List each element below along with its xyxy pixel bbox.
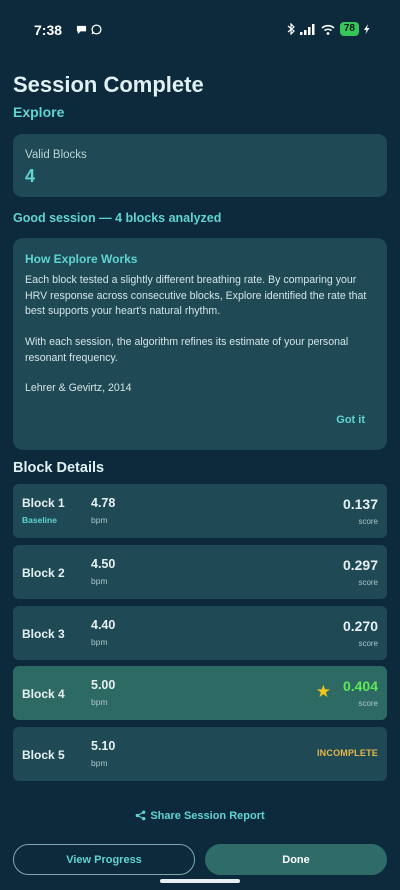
block-name: Block 2 bbox=[22, 566, 65, 580]
block-score: 0.404 bbox=[342, 678, 378, 694]
block-row-1: Block 1 Baseline 4.78 bpm 0.137 score bbox=[13, 484, 387, 538]
session-type-label: Explore bbox=[13, 104, 65, 120]
info-paragraph-1: Each block tested a slightly different b… bbox=[25, 274, 367, 317]
block-row-4: Block 4 5.00 bpm ★ 0.404 score bbox=[13, 666, 387, 720]
block-row-2: Block 2 4.50 bpm 0.297 score bbox=[13, 545, 387, 599]
notification-icons bbox=[76, 24, 102, 35]
block-row-3: Block 3 4.40 bpm 0.270 score bbox=[13, 606, 387, 660]
info-citation: Lehrer & Gevirtz, 2014 bbox=[25, 382, 132, 394]
incomplete-badge: INCOMPLETE bbox=[316, 748, 378, 758]
block-bpm-unit: bpm bbox=[91, 758, 108, 768]
got-it-button[interactable]: Got it bbox=[336, 414, 365, 426]
block-name: Block 4 bbox=[22, 687, 65, 701]
valid-blocks-value: 4 bbox=[25, 166, 36, 186]
bluetooth-icon bbox=[287, 23, 295, 35]
block-name: Block 3 bbox=[22, 627, 65, 641]
block-name: Block 1 bbox=[22, 496, 65, 510]
block-bpm-unit: bpm bbox=[91, 515, 108, 525]
block-row-5: Block 5 5.10 bpm INCOMPLETE bbox=[13, 727, 387, 781]
block-score-unit: score bbox=[358, 699, 378, 708]
chat-icon bbox=[76, 25, 87, 35]
share-icon bbox=[135, 810, 146, 821]
page-title: Session Complete bbox=[13, 72, 204, 97]
whatsapp-icon bbox=[91, 24, 102, 35]
block-bpm-unit: bpm bbox=[91, 576, 108, 586]
block-details-title: Block Details bbox=[13, 460, 105, 476]
info-card-title: How Explore Works bbox=[25, 252, 138, 266]
battery-icon: 78 bbox=[339, 22, 359, 36]
block-bpm: 5.00 bbox=[91, 678, 116, 692]
how-explore-works-card: How Explore Works Each block tested a sl… bbox=[13, 238, 387, 450]
block-score: 0.270 bbox=[342, 618, 378, 634]
valid-blocks-label: Valid Blocks bbox=[25, 149, 87, 161]
home-indicator bbox=[160, 879, 240, 883]
block-bpm: 4.50 bbox=[91, 557, 116, 571]
done-button[interactable]: Done bbox=[205, 844, 387, 875]
session-summary: Good session — 4 blocks analyzed bbox=[13, 211, 222, 225]
share-session-report-link[interactable]: Share Session Report bbox=[0, 810, 400, 822]
valid-blocks-card: Valid Blocks 4 bbox=[13, 134, 387, 197]
status-time: 7:38 bbox=[34, 22, 63, 38]
wifi-icon bbox=[321, 24, 335, 35]
block-bpm-unit: bpm bbox=[91, 637, 108, 647]
block-score-unit: score bbox=[358, 517, 378, 526]
status-bar: 7:38 78 bbox=[0, 0, 400, 56]
block-bpm-unit: bpm bbox=[91, 697, 108, 707]
block-score-unit: score bbox=[358, 578, 378, 587]
block-bpm: 4.40 bbox=[91, 618, 116, 632]
star-icon: ★ bbox=[315, 682, 331, 701]
share-label: Share Session Report bbox=[150, 810, 265, 822]
session-complete-screen: 7:38 78 Session Complete Explore Valid B… bbox=[0, 0, 400, 890]
block-bpm: 5.10 bbox=[91, 739, 116, 753]
signal-icon bbox=[299, 23, 315, 35]
block-score: 0.297 bbox=[342, 557, 378, 573]
charging-icon bbox=[364, 24, 370, 34]
status-right-icons: 78 bbox=[287, 22, 370, 36]
block-name: Block 5 bbox=[22, 748, 65, 762]
baseline-tag: Baseline bbox=[22, 515, 57, 525]
block-bpm: 4.78 bbox=[91, 496, 116, 510]
block-score-unit: score bbox=[358, 639, 378, 648]
view-progress-button[interactable]: View Progress bbox=[13, 844, 195, 875]
info-paragraph-2: With each session, the algorithm refines… bbox=[25, 336, 349, 364]
block-score: 0.137 bbox=[342, 496, 378, 512]
